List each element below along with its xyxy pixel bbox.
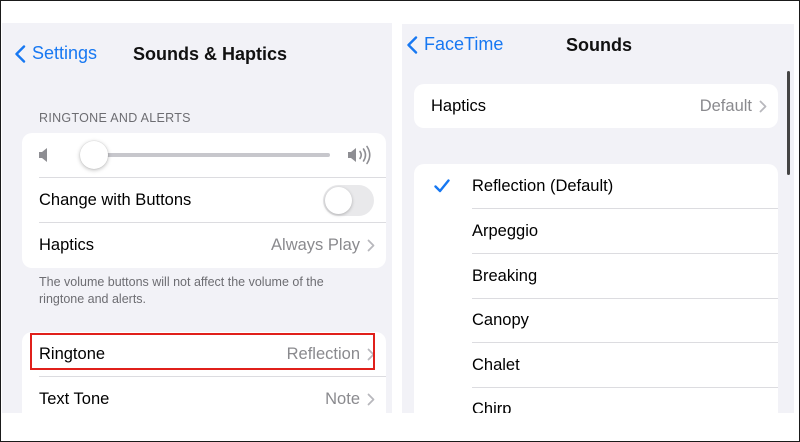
- tone-label: Chalet: [472, 355, 520, 374]
- tone-row[interactable]: Canopy: [414, 298, 778, 342]
- facetime-sounds-screen: FaceTime Sounds Haptics Default Reflecti…: [402, 24, 794, 413]
- back-label: FaceTime: [424, 34, 504, 54]
- tone-row[interactable]: Arpeggio: [414, 209, 778, 253]
- footer-note-line: ringtone and alerts.: [39, 292, 147, 306]
- chevron-left-icon: [407, 35, 418, 54]
- tone-label: Chirp: [472, 399, 512, 414]
- change-with-buttons-label: Change with Buttons: [39, 190, 192, 209]
- haptics-label: Haptics: [431, 96, 487, 115]
- back-button-facetime[interactable]: FaceTime: [406, 34, 503, 55]
- change-with-buttons-row: Change with Buttons: [22, 178, 386, 222]
- tone-label: Arpeggio: [472, 221, 539, 240]
- tone-row[interactable]: Reflection (Default): [414, 164, 778, 208]
- chevron-right-icon: [759, 100, 767, 113]
- tone-row[interactable]: Breaking: [414, 254, 778, 298]
- back-button-settings[interactable]: Settings: [14, 43, 97, 64]
- tone-row[interactable]: Chalet: [414, 343, 778, 387]
- volume-slider-knob[interactable]: [80, 141, 109, 169]
- haptics-group: Haptics Default: [414, 84, 778, 128]
- chevron-right-icon: [367, 239, 375, 252]
- haptics-row[interactable]: Haptics Always Play: [22, 223, 386, 267]
- screenshot-frame: Settings Sounds & Haptics RINGTONE AND A…: [0, 0, 800, 442]
- nav-bar: FaceTime Sounds: [402, 24, 794, 64]
- toggle-thumb: [325, 187, 352, 214]
- tone-label: Canopy: [472, 310, 529, 329]
- text-tone-value: Note: [325, 389, 360, 408]
- chevron-left-icon: [15, 44, 26, 63]
- ringtone-alerts-group: Change with Buttons Haptics Always Play: [22, 133, 386, 268]
- haptics-value: Always Play: [271, 235, 360, 254]
- tone-label: Reflection (Default): [472, 176, 614, 195]
- volume-slider-row: [22, 133, 386, 177]
- speaker-low-icon: [39, 148, 47, 162]
- haptics-value: Default: [699, 96, 752, 115]
- speaker-high-icon: [348, 145, 371, 165]
- ringtone-highlight-box: [30, 333, 375, 370]
- section-header: RINGTONE AND ALERTS: [39, 111, 191, 125]
- back-label: Settings: [32, 43, 98, 63]
- page-title: Sounds: [566, 35, 632, 55]
- scrollbar[interactable]: [787, 71, 790, 175]
- change-with-buttons-toggle[interactable]: [323, 185, 374, 216]
- footer-note-line: The volume buttons will not affect the v…: [39, 275, 324, 289]
- tone-label: Breaking: [472, 266, 538, 285]
- tone-row[interactable]: Chirp: [414, 387, 778, 414]
- page-title: Sounds & Haptics: [133, 44, 288, 64]
- haptics-label: Haptics: [39, 235, 95, 254]
- haptics-row[interactable]: Haptics Default: [414, 84, 778, 128]
- volume-footer-note: The volume buttons will not affect the v…: [39, 274, 324, 308]
- nav-bar: Settings Sounds & Haptics: [2, 35, 392, 75]
- text-tone-label: Text Tone: [39, 389, 110, 408]
- chevron-right-icon: [367, 393, 375, 406]
- text-tone-row[interactable]: Text Tone Note: [22, 377, 386, 413]
- volume-slider[interactable]: [82, 153, 330, 157]
- ringtones-list: Reflection (Default) Arpeggio Breaking C…: [414, 164, 778, 413]
- checkmark-icon: [434, 179, 450, 193]
